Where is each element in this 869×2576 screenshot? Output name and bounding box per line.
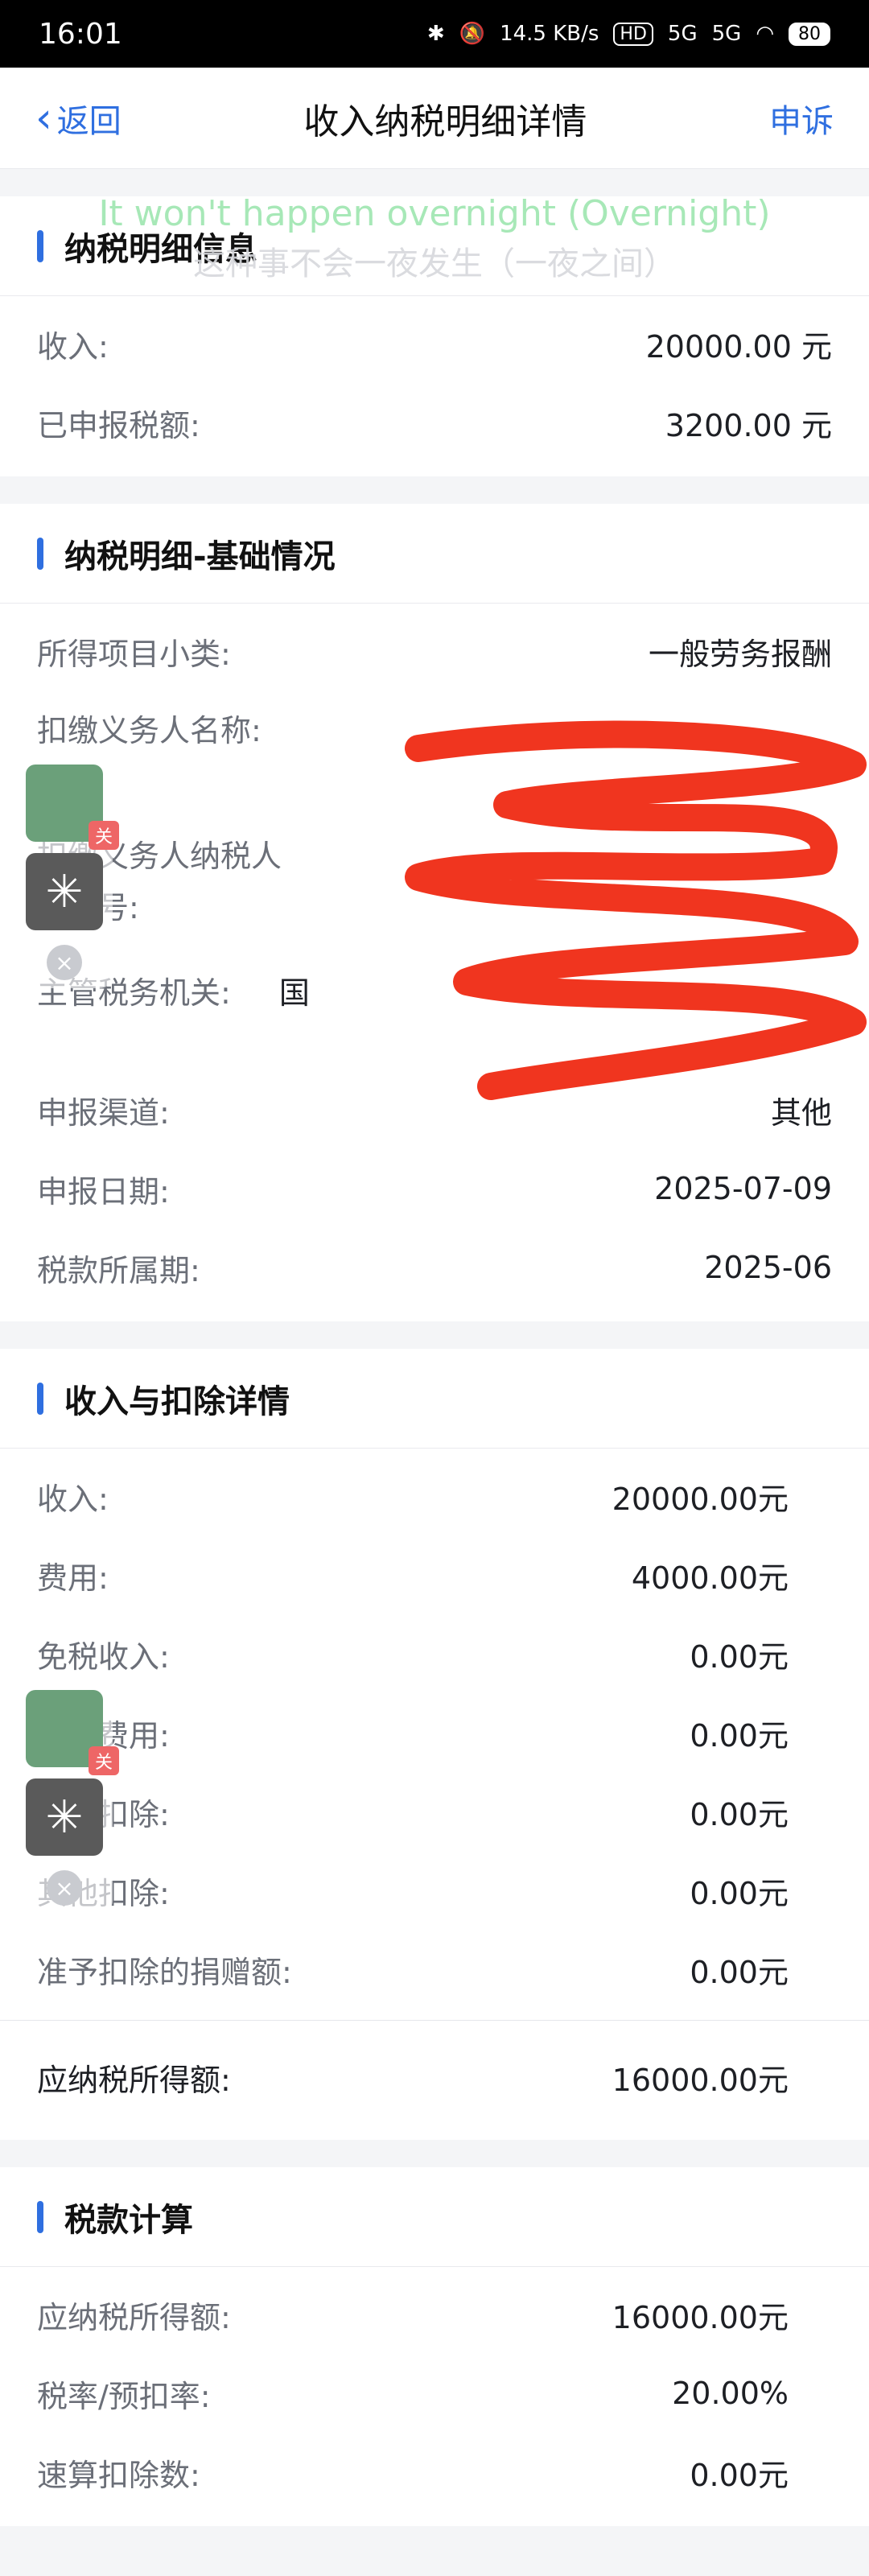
income-deduction-section: 收入与扣除详情 收入: 20000.00元 费用: 4000.00元 免税收入:…: [0, 1349, 869, 2140]
hd-icon: HD: [613, 22, 653, 46]
row-value: 国: [278, 975, 310, 1011]
deduction-expense-row: 减除费用: 0.00元: [0, 1693, 869, 1772]
row-value: 0.00元: [690, 1954, 789, 1990]
row-value: 4000.00元: [631, 1560, 789, 1596]
status-icons: ✱ 🔕 14.5 KB/s HD 5G 5G ◠ 80: [427, 22, 830, 46]
wifi-icon: ◠: [756, 22, 774, 46]
channel-row: 申报渠道: 其他: [0, 1070, 869, 1149]
row-label: 免税收入:: [37, 1638, 170, 1675]
row-value: 16000.00元: [612, 2062, 789, 2098]
row-label: 应纳税所得额:: [37, 2062, 231, 2098]
back-label: 返回: [56, 102, 121, 140]
withholder-name-row: 扣缴义务人名称:: [0, 690, 869, 816]
row-label: 所得项目小类:: [37, 636, 231, 672]
section-accent-bar: [37, 1382, 43, 1415]
floating-widget-top[interactable]: 关 ✳ ×: [16, 756, 119, 988]
row-value: 0.00元: [690, 1875, 789, 1911]
back-button[interactable]: ‹ 返回: [35, 95, 121, 142]
special-deduction-row: 专项扣除: 0.00元: [0, 1772, 869, 1851]
section-header: 纳税明细信息: [0, 196, 869, 296]
row-value: 16000.00元: [612, 2299, 789, 2335]
row-label: 准予扣除的捐赠额:: [37, 1954, 292, 1990]
close-badge[interactable]: 关: [88, 1746, 119, 1775]
status-bar: 16:01 ✱ 🔕 14.5 KB/s HD 5G 5G ◠ 80: [0, 0, 869, 68]
page-title: 收入纳税明细详情: [303, 101, 587, 142]
basic-info-section: 纳税明细-基础情况 所得项目小类: 一般劳务报酬 扣缴义务人名称: 扣缴义务人纳…: [0, 504, 869, 1321]
tax-free-income-row: 免税收入: 0.00元: [0, 1614, 869, 1693]
section-header: 收入与扣除详情: [0, 1349, 869, 1449]
sparkle-icon[interactable]: ✳: [26, 853, 103, 930]
row-value: 20000.00元: [612, 1481, 789, 1517]
section-title: 税款计算: [64, 2201, 193, 2239]
signal-sim1-icon: 5G: [667, 22, 698, 46]
tax-calc-section: 税款计算 应纳税所得额: 16000.00元 税率/预扣率: 20.00% 速算…: [0, 2167, 869, 2526]
tax-rate-row: 税率/预扣率: 20.00%: [0, 2354, 869, 2433]
section-title: 收入与扣除详情: [64, 1383, 290, 1420]
donation-deduction-row: 准予扣除的捐赠额: 0.00元: [0, 1930, 869, 2009]
row-value: 20.00%: [672, 2376, 789, 2411]
income-row: 收入: 20000.00 元: [0, 304, 869, 383]
section-header: 纳税明细-基础情况: [0, 504, 869, 604]
close-icon[interactable]: ×: [47, 1870, 82, 1906]
row-value: 0.00元: [690, 1717, 789, 1754]
row-value: 20000.00 元: [645, 328, 832, 365]
row-value: 2025-06: [704, 1250, 832, 1285]
row-value: 0.00元: [690, 1638, 789, 1675]
row-label: 收入:: [37, 328, 109, 365]
mute-icon: 🔕: [459, 22, 486, 46]
avatar[interactable]: 关: [26, 765, 119, 850]
floating-widget-bottom[interactable]: 关 ✳ ×: [16, 1682, 119, 1914]
tax-period-row: 税款所属期: 2025-06: [0, 1228, 869, 1307]
row-label: 速算扣除数:: [37, 2457, 200, 2493]
taxable-income-row: 应纳税所得额: 16000.00元: [0, 2275, 869, 2354]
section-title: 纳税明细信息: [64, 230, 257, 268]
declare-date-row: 申报日期: 2025-07-09: [0, 1149, 869, 1228]
row-label: 扣缴义务人名称:: [37, 713, 262, 748]
row-label: 应纳税所得额:: [37, 2299, 231, 2335]
chevron-left-icon: ‹: [35, 93, 52, 142]
row-label: 税款所属期:: [37, 1252, 200, 1288]
section-accent-bar: [37, 229, 43, 262]
bluetooth-icon: ✱: [426, 22, 445, 46]
row-label: 费用:: [37, 1560, 109, 1596]
category-row: 所得项目小类: 一般劳务报酬: [0, 612, 869, 690]
row-label: 申报渠道:: [37, 1094, 170, 1131]
signal-sim2-icon: 5G: [711, 22, 742, 46]
nav-bar: ‹ 返回 收入纳税明细详情 申诉: [0, 68, 869, 169]
taxable-income-row: 应纳税所得额: 16000.00元: [0, 2021, 869, 2133]
withholder-id-row: 扣缴义务人纳税人识别号:: [0, 816, 869, 942]
row-value: 0.00元: [690, 1796, 789, 1832]
section-title: 纳税明细-基础情况: [64, 538, 336, 575]
close-icon[interactable]: ×: [47, 945, 82, 980]
net-speed: 14.5 KB/s: [500, 22, 599, 46]
row-value: 3200.00 元: [665, 407, 832, 443]
row-value: 2025-07-09: [654, 1171, 832, 1206]
row-value: 其他: [770, 1094, 832, 1131]
status-time: 16:01: [39, 17, 122, 51]
tax-authority-row: 主管税务机关: 国: [0, 942, 869, 1038]
row-label: 已申报税额:: [37, 407, 200, 443]
section-header: 税款计算: [0, 2167, 869, 2267]
other-deduction-row: 其他扣除: 0.00元: [0, 1851, 869, 1930]
appeal-button[interactable]: 申诉: [769, 95, 834, 142]
row-value: 一般劳务报酬: [648, 636, 832, 672]
sparkle-icon[interactable]: ✳: [26, 1778, 103, 1856]
expense-row: 费用: 4000.00元: [0, 1535, 869, 1614]
row-value: 0.00元: [690, 2457, 789, 2493]
quick-deduction-row: 速算扣除数: 0.00元: [0, 2433, 869, 2512]
tax-detail-section: 纳税明细信息 收入: 20000.00 元 已申报税额: 3200.00 元: [0, 196, 869, 476]
row-label: 收入:: [37, 1481, 109, 1517]
income-row: 收入: 20000.00元: [0, 1457, 869, 1535]
avatar[interactable]: 关: [26, 1690, 119, 1775]
declared-tax-row: 已申报税额: 3200.00 元: [0, 383, 869, 462]
battery-icon: 80: [789, 22, 830, 46]
row-label: 申报日期:: [37, 1173, 170, 1210]
section-accent-bar: [37, 537, 43, 570]
row-label: 税率/预扣率:: [37, 2378, 211, 2414]
section-accent-bar: [37, 2200, 43, 2233]
close-badge[interactable]: 关: [88, 821, 119, 850]
